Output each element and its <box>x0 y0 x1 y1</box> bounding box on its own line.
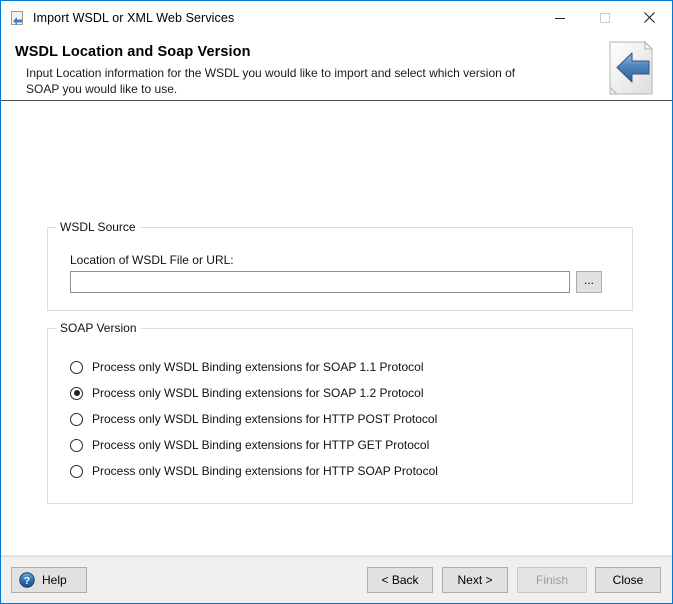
location-label: Location of WSDL File or URL: <box>70 253 234 267</box>
window-title: Import WSDL or XML Web Services <box>33 11 235 25</box>
radio-label: Process only WSDL Binding extensions for… <box>92 386 424 400</box>
close-button-titlebar[interactable] <box>627 1 672 34</box>
soap-version-group-label: SOAP Version <box>56 321 141 335</box>
wizard-header: WSDL Location and Soap Version Input Loc… <box>1 35 672 101</box>
radio-circle-selected-icon <box>70 386 83 400</box>
maximize-button[interactable] <box>582 1 627 34</box>
browse-button[interactable]: ... <box>576 271 602 293</box>
svg-text:?: ? <box>24 575 30 587</box>
back-button[interactable]: < Back <box>367 567 433 593</box>
help-button[interactable]: ? Help <box>11 567 87 593</box>
radio-http-post[interactable]: Process only WSDL Binding extensions for… <box>70 410 437 428</box>
page-title: WSDL Location and Soap Version <box>15 44 251 60</box>
radio-circle-icon <box>70 464 83 478</box>
radio-label: Process only WSDL Binding extensions for… <box>92 438 430 452</box>
document-with-blue-left-arrow-icon <box>604 39 658 97</box>
radio-soap-11[interactable]: Process only WSDL Binding extensions for… <box>70 358 424 376</box>
close-button[interactable]: Close <box>595 567 661 593</box>
wsdl-location-input[interactable] <box>70 271 570 293</box>
radio-label: Process only WSDL Binding extensions for… <box>92 360 424 374</box>
radio-circle-icon <box>70 360 83 374</box>
radio-circle-icon <box>70 438 83 452</box>
wsdl-source-group: WSDL Source Location of WSDL File or URL… <box>47 220 633 311</box>
wsdl-import-icon <box>10 10 26 26</box>
soap-version-group: SOAP Version Process only WSDL Binding e… <box>47 321 633 504</box>
help-button-label: Help <box>42 573 67 587</box>
radio-circle-icon <box>70 412 83 426</box>
radio-label: Process only WSDL Binding extensions for… <box>92 464 438 478</box>
radio-http-get[interactable]: Process only WSDL Binding extensions for… <box>70 436 429 454</box>
window-controls <box>537 1 672 35</box>
title-bar: Import WSDL or XML Web Services <box>1 1 672 35</box>
next-button[interactable]: Next > <box>442 567 508 593</box>
dialog-window: Import WSDL or XML Web Services WSDL Loc… <box>0 0 673 604</box>
finish-button: Finish <box>517 567 587 593</box>
location-row: ... <box>70 271 602 293</box>
dialog-body: WSDL Source Location of WSDL File or URL… <box>1 101 672 556</box>
question-mark-circle-icon: ? <box>19 572 35 588</box>
minimize-button[interactable] <box>537 1 582 34</box>
wsdl-source-group-label: WSDL Source <box>56 220 140 234</box>
page-subtitle: Input Location information for the WSDL … <box>26 66 516 96</box>
radio-soap-12[interactable]: Process only WSDL Binding extensions for… <box>70 384 424 402</box>
radio-label: Process only WSDL Binding extensions for… <box>92 412 438 426</box>
dialog-footer: ? Help < Back Next > Finish Close <box>1 555 672 603</box>
radio-http-soap[interactable]: Process only WSDL Binding extensions for… <box>70 462 438 480</box>
